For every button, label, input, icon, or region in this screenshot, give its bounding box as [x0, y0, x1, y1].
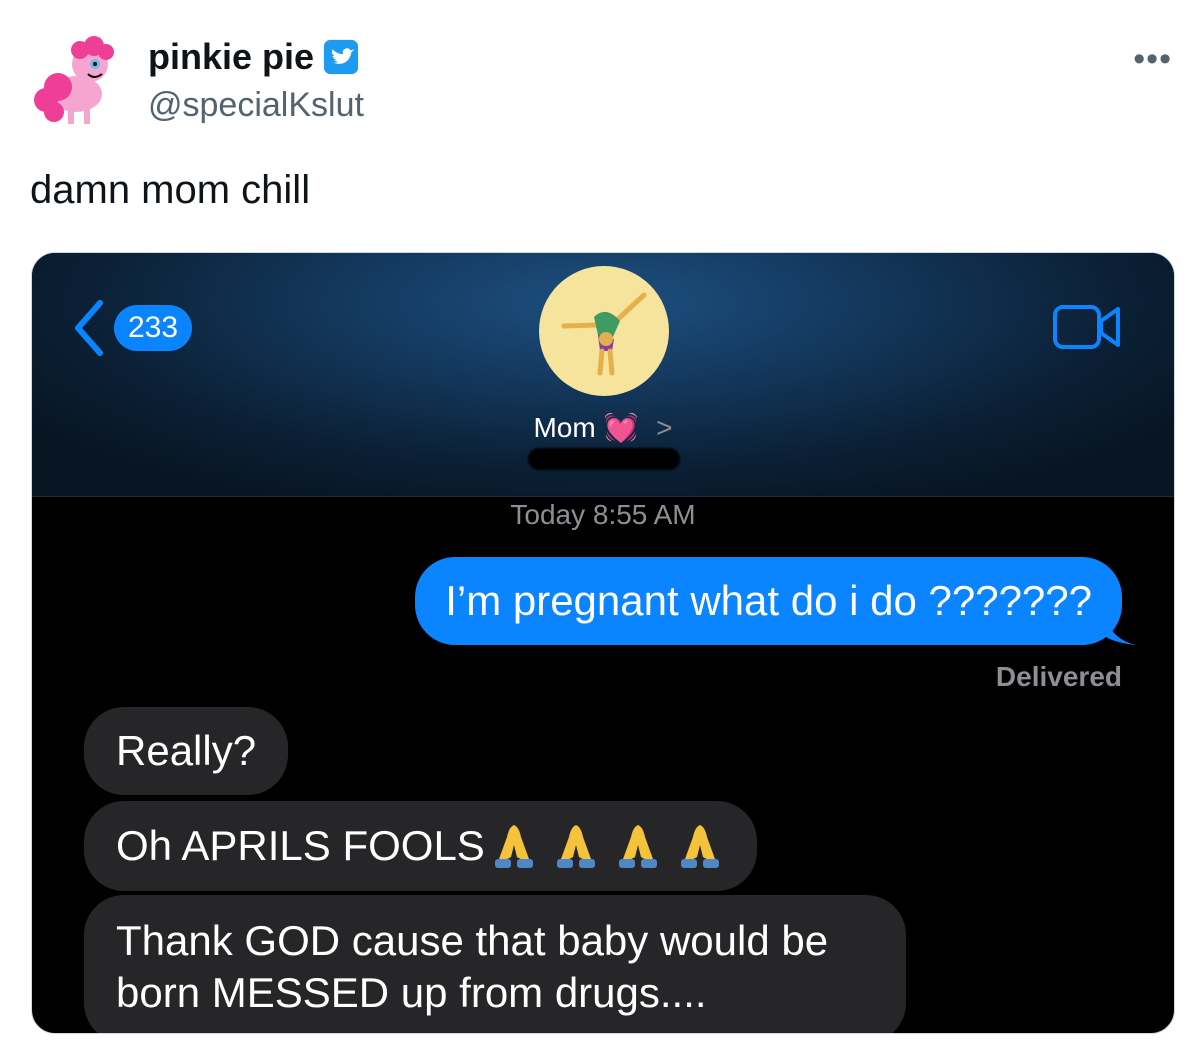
display-name[interactable]: pinkie pie	[148, 36, 360, 78]
unread-count-badge: 233	[114, 305, 193, 351]
chevron-right-icon: >	[656, 412, 673, 443]
folded-hands-icon	[556, 825, 595, 868]
received-message-bubble[interactable]: Oh APRILS FOOLS	[84, 801, 757, 891]
received-message-bubble[interactable]: Thank GOD cause that baby would be born …	[84, 895, 906, 1033]
received-message-text: Really?	[116, 727, 257, 774]
pinkie-pie-avatar[interactable]	[28, 32, 128, 132]
received-message-text: Oh APRILS FOOLS	[116, 822, 485, 869]
tweet-media-image[interactable]: 233 Mom 💓 > Today 8:55 AM I’m pregnant w…	[31, 252, 1175, 1034]
ellipsis-icon[interactable]: •••	[1133, 40, 1172, 79]
bubble-tail	[1106, 615, 1136, 645]
conversation-header: 233 Mom 💓 >	[32, 253, 1174, 497]
folded-hands-icon	[618, 825, 657, 868]
user-handle[interactable]: @specialKslut	[148, 86, 364, 125]
delivery-status: Delivered	[995, 661, 1122, 692]
sent-message-text: I’m pregnant what do i do ???????	[445, 577, 1092, 624]
sent-message-bubble[interactable]: I’m pregnant what do i do ???????	[415, 557, 1136, 645]
received-message-text: Thank GOD cause that baby would be born …	[116, 917, 829, 1016]
display-name-text[interactable]: pinkie pie	[148, 36, 314, 78]
redaction-scribble	[528, 448, 680, 470]
video-call-icon[interactable]	[1052, 303, 1122, 351]
beating-heart-emoji: 💓	[603, 412, 639, 443]
message-timestamp: Today 8:55 AM	[510, 499, 696, 530]
emoji-group	[485, 821, 725, 871]
cartwheel-person-icon	[561, 292, 647, 376]
tweet-text: damn mom chill	[30, 168, 311, 212]
contact-name-text[interactable]: Mom	[533, 412, 595, 443]
contact-avatar[interactable]	[539, 266, 669, 396]
contact-name[interactable]: Mom 💓 >	[32, 411, 1174, 444]
folded-hands-icon	[680, 825, 719, 868]
received-message-bubble[interactable]: Really?	[84, 707, 289, 795]
chevron-left-icon	[75, 300, 103, 356]
verified-badge-icon	[323, 39, 359, 75]
folded-hands-icon	[494, 825, 533, 868]
back-button[interactable]: 233	[72, 299, 193, 357]
